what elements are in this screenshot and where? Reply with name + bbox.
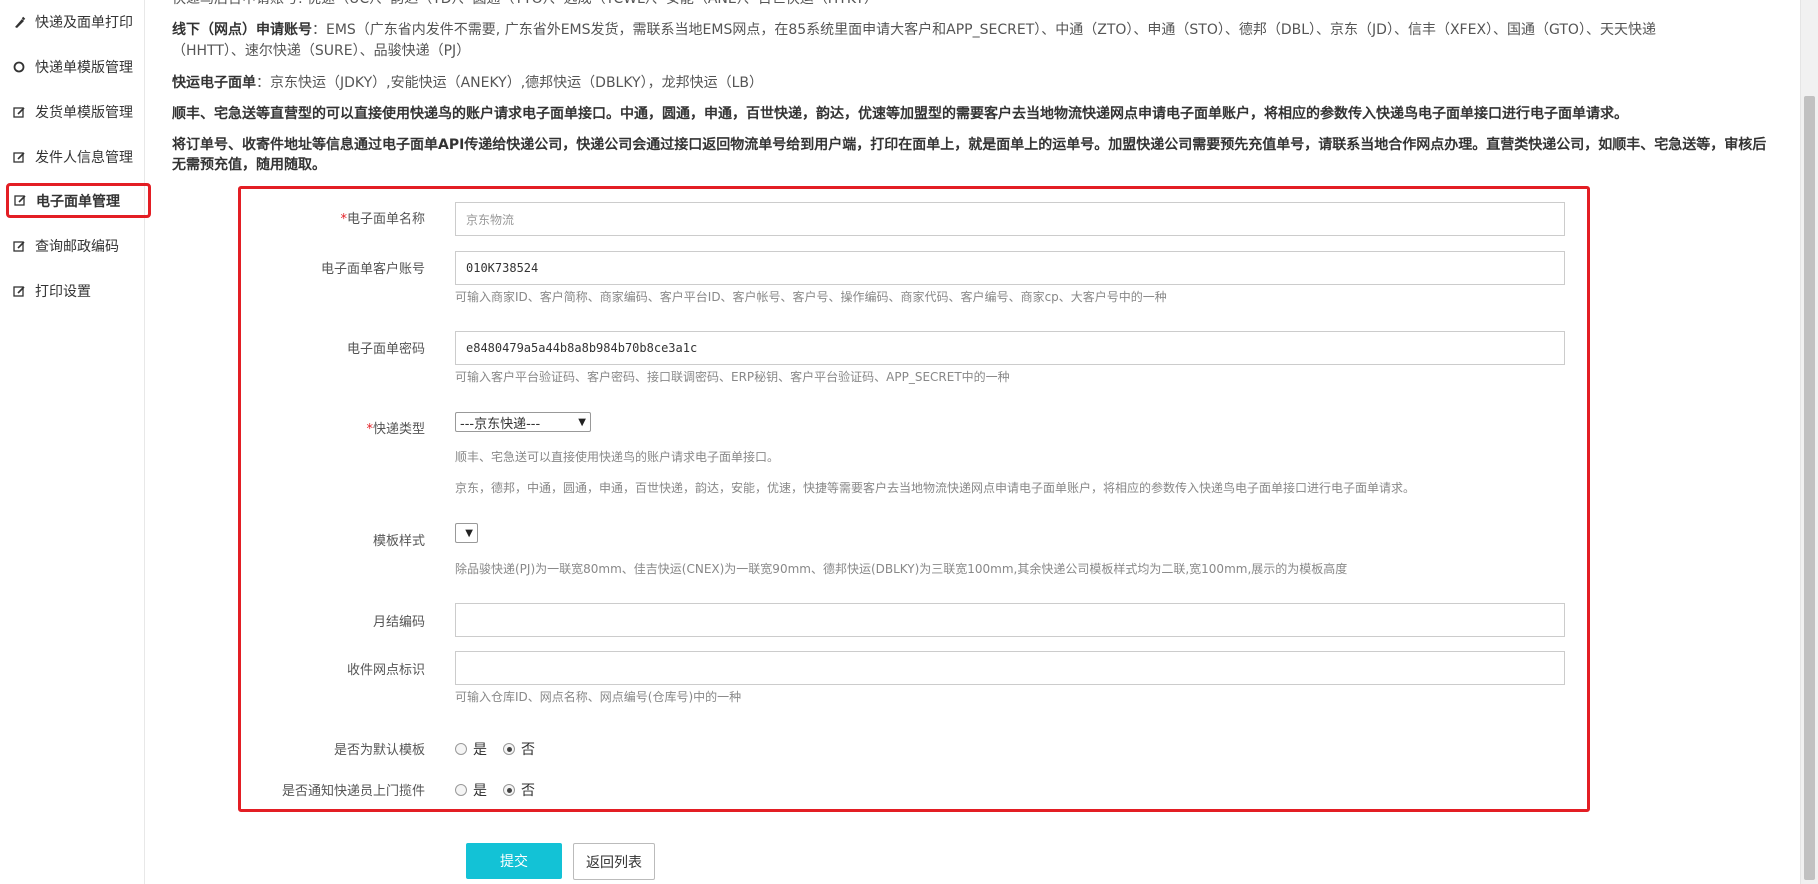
notify-courier-yes-radio[interactable] (455, 784, 467, 796)
notify-courier-no-radio[interactable] (503, 784, 515, 796)
default-template-radio-group: 是 否 (455, 739, 551, 759)
info-offline-text: ：EMS（广东省内发件不需要, 广东省外EMS发货，需联系当地EMS网点，在85… (312, 22, 1656, 38)
account-help: 可输入商家ID、客户简称、商家编码、客户平台ID、客户帐号、客户号、操作编码、商… (455, 290, 1167, 304)
info-offline: 线下（网点）申请账号：EMS（广东省内发件不需要, 广东省外EMS发货，需联系当… (172, 20, 1656, 41)
site-label: 收件网点标识 (346, 663, 425, 678)
password-input[interactable]: e8480479a5a44b8a8b984b70b8ce3a1c (455, 331, 1565, 365)
info-top-cut: 快递鸟后台申请账号: 优速（UC）、韵达（YD）、圆通（YTO）、远成（YCWL… (172, 0, 878, 10)
site-help: 可输入仓库ID、网点名称、网点编号(仓库号)中的一种 (455, 690, 742, 704)
monthly-label: 月结编码 (372, 615, 425, 630)
sidebar-item-label: 快递及面单打印 (35, 15, 133, 31)
info-express-text: ：京东快运（JDKY）,安能快运（ANEKY）,德邦快运（DBLKY），龙邦快运… (256, 75, 763, 91)
template-select[interactable]: ▼ (455, 523, 478, 543)
sidebar-item-label: 快递单模版管理 (35, 60, 133, 76)
monthly-code-input[interactable] (455, 603, 1565, 637)
default-template-yes-radio[interactable] (455, 743, 467, 755)
chevron-down-icon: ▼ (465, 527, 473, 539)
edit-icon (12, 105, 26, 119)
name-label: *电子面单名称 (340, 212, 425, 227)
notify-courier-label: 是否通知快递员上门揽件 (281, 784, 425, 799)
sidebar-item-e-waybill[interactable]: 电子面单管理 (6, 183, 151, 218)
info-note-2a: 将订单号、收寄件地址等信息通过电子面单API传递给快递公司，快递公司会通过接口返… (172, 137, 1767, 153)
back-to-list-button[interactable]: 返回列表 (573, 843, 655, 880)
edit-icon (12, 284, 26, 298)
default-template-label: 是否为默认模板 (333, 743, 425, 758)
sidebar-item-express-template[interactable]: 快递单模版管理 (8, 51, 150, 83)
sidebar-item-postcode[interactable]: 查询邮政编码 (8, 230, 150, 262)
sidebar-item-label: 发件人信息管理 (35, 150, 133, 166)
info-offline-cont: （HHTT）、速尔快递（SURE）、品骏快递（PJ） (172, 43, 471, 59)
password-help: 可输入客户平台验证码、客户密码、接口联调密码、ERP秘钥、客户平台验证码、APP… (455, 370, 1010, 384)
sidebar: 快递及面单打印 快递单模版管理 发货单模版管理 发件人信息管理 电子面单管理 查… (0, 0, 151, 884)
account-label: 电子面单客户账号 (320, 262, 425, 277)
template-help: 除品骏快递(PJ)为一联宽80mm、佳吉快运(CNEX)为一联宽90mm、德邦快… (455, 562, 1348, 576)
type-help-1: 顺丰、宅急送可以直接使用快递鸟的账户请求电子面单接口。 (455, 450, 780, 464)
pen-icon (12, 15, 26, 29)
edit-icon (13, 194, 27, 208)
template-label: 模板样式 (372, 534, 425, 549)
express-type-select[interactable]: ---京东快递--- ▼ (455, 412, 591, 432)
info-note-1: 顺丰、宅急送等直营型的可以直接使用快递鸟的账户请求电子面单接口。中通，圆通，申通… (172, 106, 1628, 122)
sidebar-item-label: 电子面单管理 (36, 193, 120, 210)
info-note-2b: 无需预充值，随用随取。 (172, 157, 326, 173)
info-express-label: 快运电子面单 (172, 75, 256, 91)
circle-icon (12, 60, 26, 74)
account-input[interactable]: 010K738524 (455, 251, 1565, 285)
edit-icon (12, 150, 26, 164)
name-input[interactable]: 京东物流 (455, 202, 1565, 236)
chevron-down-icon: ▼ (578, 416, 586, 428)
default-template-no-radio[interactable] (503, 743, 515, 755)
sidebar-item-print-settings[interactable]: 打印设置 (8, 275, 150, 307)
sidebar-item-label: 发货单模版管理 (35, 105, 133, 121)
site-input[interactable] (455, 651, 1565, 685)
info-offline-label: 线下（网点）申请账号 (172, 22, 312, 38)
sidebar-item-label: 查询邮政编码 (35, 239, 119, 255)
scrollbar[interactable] (1800, 0, 1818, 884)
edit-icon (12, 239, 26, 253)
scrollbar-thumb[interactable] (1804, 96, 1815, 880)
sidebar-item-label: 打印设置 (35, 284, 91, 300)
submit-button[interactable]: 提交 (466, 843, 562, 879)
password-label: 电子面单密码 (346, 342, 425, 357)
info-express: 快运电子面单：京东快运（JDKY）,安能快运（ANEKY）,德邦快运（DBLKY… (172, 73, 763, 94)
notify-courier-radio-group: 是 否 (455, 780, 551, 800)
sidebar-item-sender-info[interactable]: 发件人信息管理 (8, 141, 150, 173)
sidebar-item-shipping-template[interactable]: 发货单模版管理 (8, 96, 150, 128)
sidebar-item-express-print[interactable]: 快递及面单打印 (8, 6, 150, 38)
type-label: *快递类型 (366, 422, 425, 437)
type-help-2: 京东，德邦，中通，圆通，申通，百世快递，韵达，安能，优速，快捷等需要客户去当地物… (455, 481, 1416, 495)
